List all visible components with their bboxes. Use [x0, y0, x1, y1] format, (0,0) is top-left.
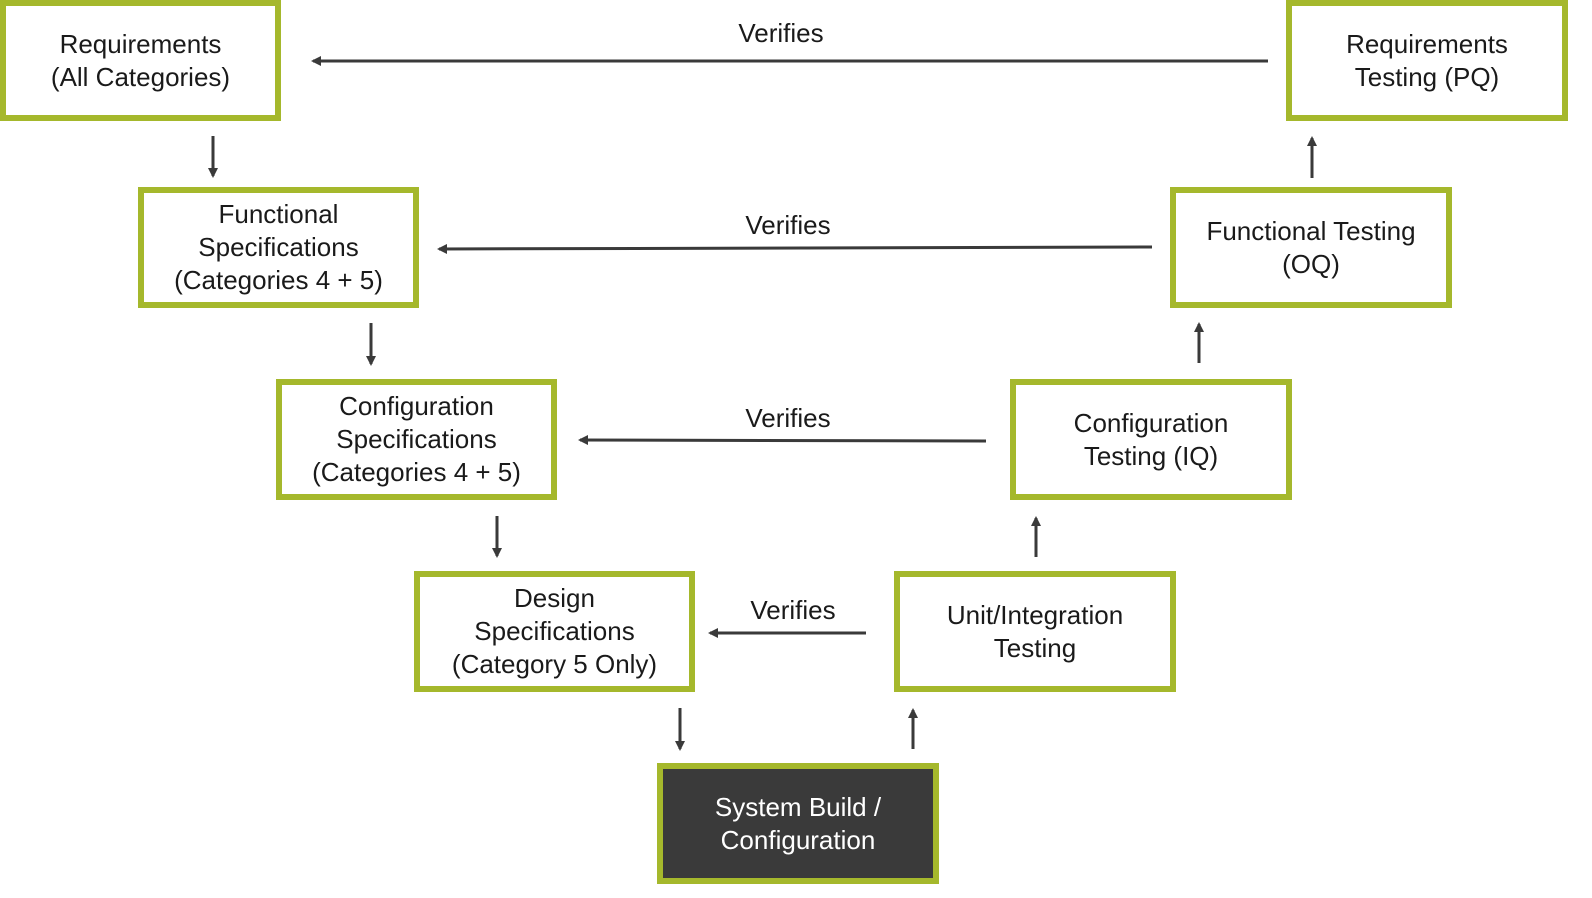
functional-specifications-box: Functional Specifications (Categories 4 …	[138, 187, 419, 308]
functional-specifications-label: Functional Specifications (Categories 4 …	[174, 199, 383, 295]
verifies-label-functional: Verifies	[745, 210, 831, 240]
verifies-arrow-configuration	[578, 435, 987, 446]
requirements-box: Requirements (All Categories)	[0, 0, 281, 121]
requirements-testing-label: Requirements Testing (PQ)	[1346, 28, 1508, 92]
functional-testing-label: Functional Testing (OQ)	[1206, 215, 1416, 279]
configuration-testing-box: Configuration Testing (IQ)	[1010, 379, 1292, 500]
configuration-specifications-box: Configuration Specifications (Categories…	[276, 379, 557, 500]
verifies-label-design: Verifies	[750, 595, 836, 625]
design-specifications-box: Design Specifications (Category 5 Only)	[414, 571, 695, 692]
system-build-label: System Build / Configuration	[714, 791, 882, 855]
design-specifications-label: Design Specifications (Category 5 Only)	[451, 583, 658, 679]
requirements-testing-box: Requirements Testing (PQ)	[1286, 0, 1568, 121]
system-build-box: System Build / Configuration	[657, 763, 939, 884]
v-model-diagram: Requirements (All Categories) Functional…	[0, 0, 1592, 898]
verifies-label-configuration: Verifies	[745, 403, 831, 433]
requirements-label: Requirements (All Categories)	[50, 28, 231, 92]
unit-integration-testing-label: Unit/Integration Testing	[946, 599, 1124, 663]
functional-testing-box: Functional Testing (OQ)	[1170, 187, 1452, 308]
configuration-testing-label: Configuration Testing (IQ)	[1073, 407, 1229, 471]
verifies-arrow-functional	[437, 243, 1153, 254]
unit-integration-testing-box: Unit/Integration Testing	[894, 571, 1176, 692]
configuration-specifications-label: Configuration Specifications (Categories…	[312, 391, 521, 487]
verifies-label-requirements: Verifies	[738, 18, 824, 48]
